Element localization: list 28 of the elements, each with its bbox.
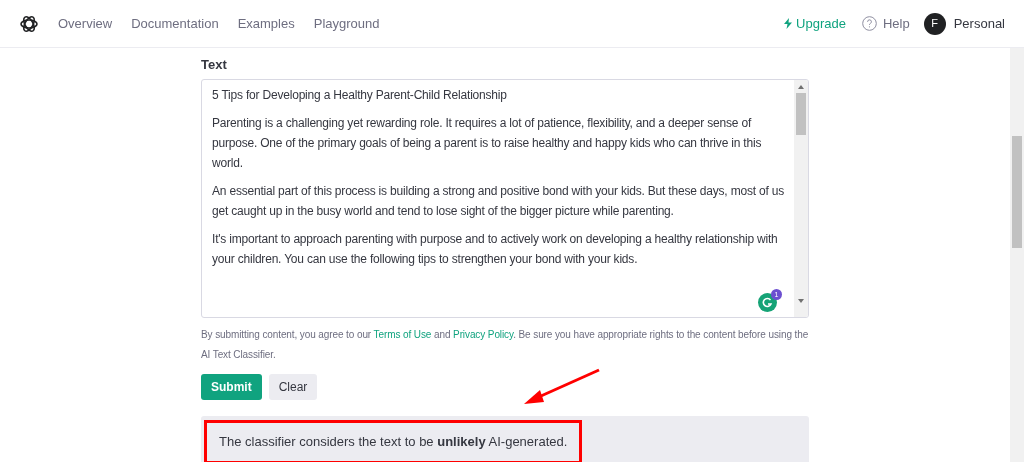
terms-link[interactable]: Terms of Use	[373, 328, 432, 340]
grammar-badge[interactable]	[758, 292, 777, 312]
page-scrollbar[interactable]	[1010, 48, 1024, 462]
logo-icon[interactable]	[19, 13, 39, 34]
result-text: The classifier considers the text to be unlikely AI-generated.	[219, 432, 568, 451]
lightning-icon	[784, 18, 793, 29]
help-icon	[861, 16, 877, 31]
scrollbar[interactable]	[794, 79, 808, 317]
disclaimer-text: By submitting content, you agree to our Terms of Use and Privacy Policy. Be sure you have appropriate rights to the content before using the AI Text Classifier.	[201, 327, 809, 362]
upgrade-link[interactable]: Upgrade	[784, 13, 846, 34]
submit-button[interactable]: Submit	[201, 373, 262, 400]
text-paragraph: 5 Tips for Developing a Healthy Parent-Child Relationship	[212, 86, 508, 104]
help-link[interactable]: Help	[861, 13, 910, 34]
text-area[interactable]	[201, 78, 809, 318]
avatar[interactable]: F	[923, 12, 946, 35]
clear-button[interactable]: Clear	[268, 373, 318, 400]
text-paragraph: Parenting is a challenging yet rewarding role. It requires a lot of patience, flexibility, and a deeper sense of purpose. One of the primary goals of being a parent is to raise healthy and happy kids who can thrive in this world.	[212, 114, 763, 172]
nav-link[interactable]: Playground	[313, 13, 380, 34]
text-paragraph: It's important to approach parenting with purpose and to actively work on developing a healthy relationship with your children. You can use the following tips to strengthen your bond with your kids.	[212, 230, 779, 268]
scrollbar-thumb	[796, 92, 806, 135]
text-paragraph: An essential part of this process is building a strong and positive bond with your kids. But these days, most of us get caught up in the busy world and tend to lose sight of the bigger picture while parenting.	[212, 182, 785, 220]
account-name[interactable]: Personal	[953, 13, 1005, 34]
nav-link[interactable]: Examples	[237, 13, 295, 34]
nav-link[interactable]: Documentation	[131, 13, 219, 34]
nav-link[interactable]: Overview	[58, 13, 113, 34]
field-label: Text	[201, 56, 228, 74]
grammar-icon	[762, 296, 773, 308]
scroll-down-icon	[797, 296, 805, 305]
